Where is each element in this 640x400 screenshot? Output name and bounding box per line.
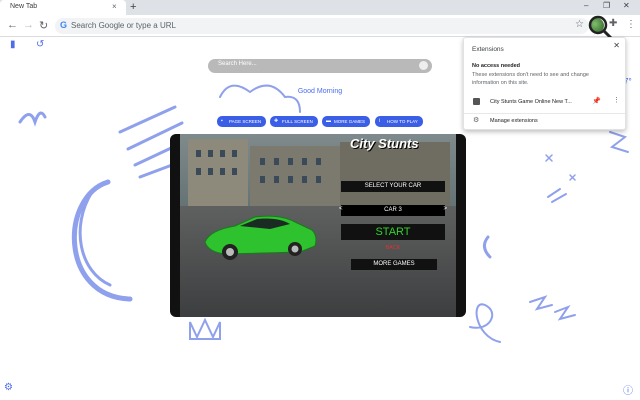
green-car <box>204 215 317 260</box>
info-icon: i <box>379 118 381 124</box>
minimize-icon[interactable]: – <box>584 1 588 10</box>
settings-gear-icon[interactable]: ⚙ <box>4 382 13 393</box>
tab-new-tab[interactable]: New Tab × <box>0 0 126 15</box>
page-screen-button[interactable]: ▪ PAGE SCREEN <box>217 116 267 127</box>
omnibox[interactable]: G Search Google or type a URL ☆ <box>55 18 589 34</box>
car-name: CAR 3 <box>384 207 402 213</box>
pin-icon[interactable]: 📌 <box>592 97 601 105</box>
manage-gear-icon: ⚙ <box>473 117 480 124</box>
building-right <box>340 142 450 206</box>
google-g-icon: G <box>60 20 68 30</box>
reload-icon[interactable]: ↻ <box>39 19 48 32</box>
how-to-play-button[interactable]: i HOW TO PLAY <box>375 116 423 127</box>
more-games-button[interactable]: ▬ MORE GAMES <box>322 116 371 127</box>
back-button[interactable]: BACK <box>366 244 420 253</box>
extension-item-icon <box>473 98 480 105</box>
access-description: These extensions don't need to see and c… <box>472 72 589 86</box>
search-input[interactable]: Search Here... <box>208 59 432 73</box>
tab-title: New Tab <box>10 3 38 10</box>
expand-icon: ✚ <box>274 118 279 124</box>
tab-close-icon[interactable]: × <box>112 2 117 11</box>
new-tab-button[interactable]: + <box>130 1 136 13</box>
start-button[interactable]: START <box>341 224 445 240</box>
more-games-label: MORE GAMES <box>334 119 366 124</box>
game-title: City Stunts <box>350 136 419 151</box>
search-icon[interactable] <box>419 61 428 70</box>
close-window-icon[interactable]: ✕ <box>623 1 630 10</box>
extensions-popup-title: Extensions <box>472 46 504 53</box>
gamepad-icon: ▬ <box>326 118 331 124</box>
manage-extensions-link[interactable]: Manage extensions <box>490 118 538 124</box>
how-to-play-label: HOW TO PLAY <box>387 119 418 124</box>
popup-divider <box>464 113 625 114</box>
bookmark-icon[interactable]: ▮ <box>10 39 16 50</box>
next-car-arrow[interactable]: > <box>443 206 447 212</box>
tab-strip: New Tab × + – ❐ ✕ <box>0 0 640 15</box>
extension-more-icon[interactable]: ⋮ <box>613 96 620 104</box>
select-car-label: SELECT YOUR CAR <box>341 181 445 192</box>
bookmark-star-icon[interactable]: ☆ <box>575 19 584 30</box>
page-screen-label: PAGE SCREEN <box>229 119 262 124</box>
search-placeholder: Search Here... <box>218 61 257 67</box>
prev-car-arrow[interactable]: < <box>339 206 343 212</box>
full-screen-label: FULL SCREEN <box>282 119 313 124</box>
extension-item-name[interactable]: City Stunts Game Online New T... <box>490 99 572 105</box>
history-icon[interactable]: ↺ <box>36 39 44 50</box>
back-arrow-icon[interactable]: ← <box>7 19 18 31</box>
info-circle-icon[interactable]: ⓘ <box>623 382 633 397</box>
restore-icon[interactable]: ❐ <box>603 1 610 10</box>
full-screen-button[interactable]: ✚ FULL SCREEN <box>270 116 318 127</box>
game-frame[interactable]: City Stunts SELECT YOUR CAR < CAR 3 > ST… <box>170 134 466 317</box>
access-heading: No access needed <box>472 63 520 69</box>
chrome-menu-icon[interactable]: ⋮ <box>626 19 636 30</box>
browser-toolbar: ← → ↻ G Search Google or type a URL ☆ ✚ … <box>0 15 640 37</box>
game-more-games-button[interactable]: MORE GAMES <box>351 259 437 270</box>
car-selector: < CAR 3 > <box>339 205 447 216</box>
extensions-popup: Extensions ✕ No access needed These exte… <box>463 37 626 130</box>
forward-arrow-icon[interactable]: → <box>23 19 34 31</box>
monitor-icon: ▪ <box>221 118 223 124</box>
popup-close-icon[interactable]: ✕ <box>613 41 620 50</box>
omnibox-placeholder: Search Google or type a URL <box>71 21 176 30</box>
